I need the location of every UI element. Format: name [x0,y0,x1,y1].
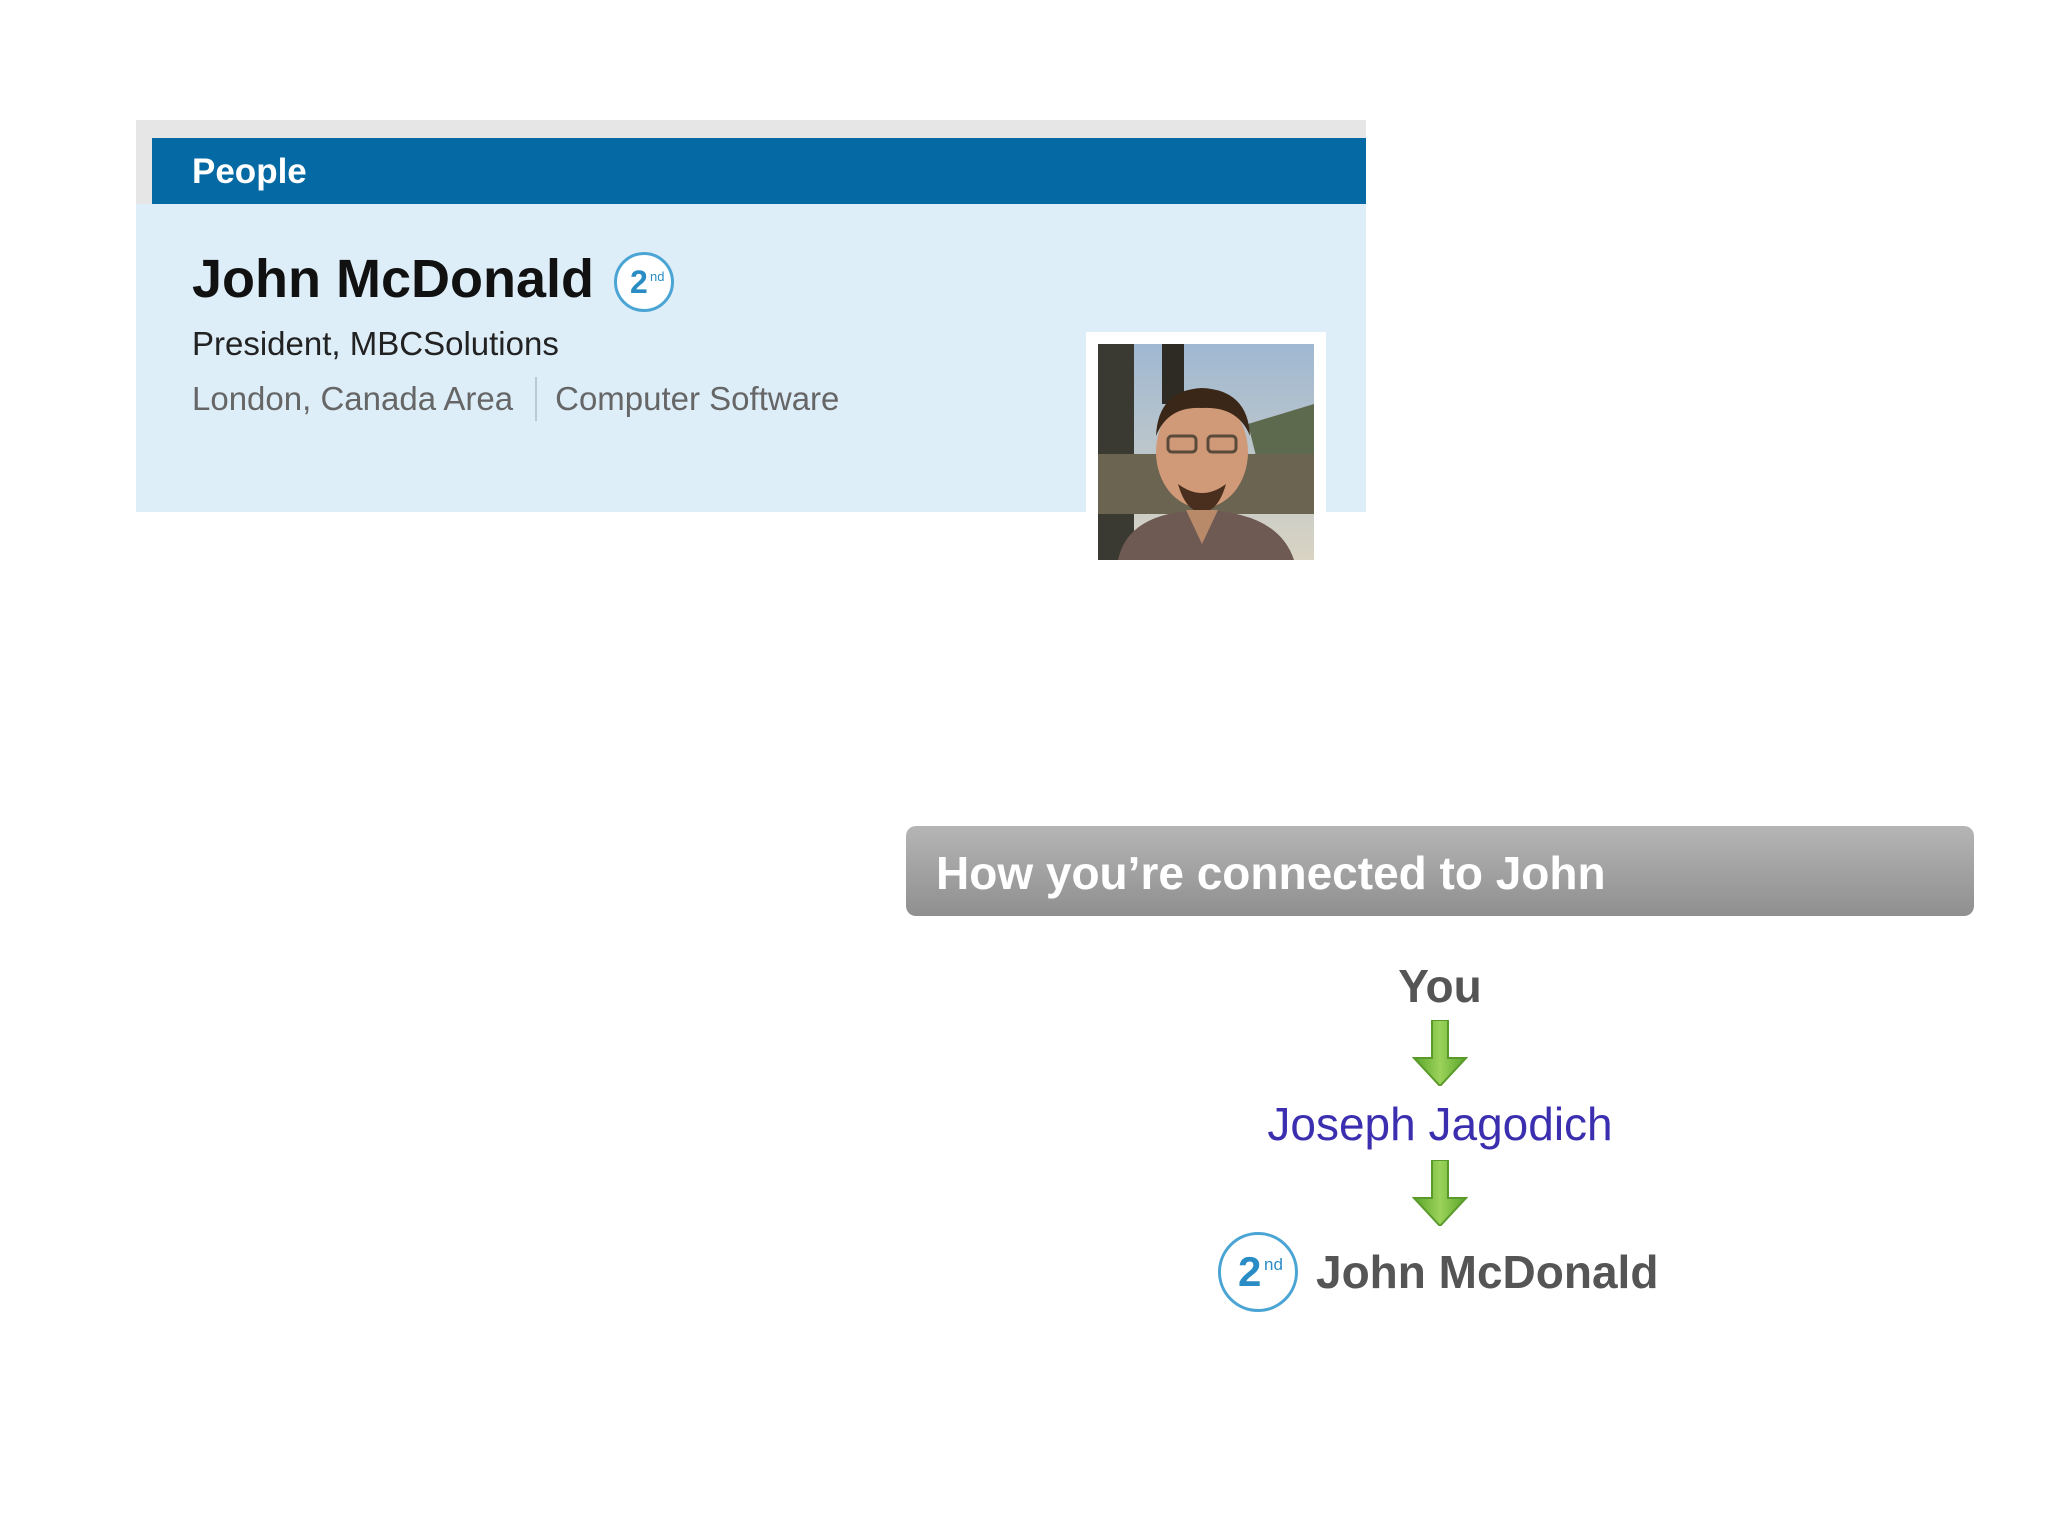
arrow-down-icon [1412,1020,1468,1086]
person-location: London, Canada Area [192,380,514,417]
path-you-label: You [1398,960,1482,1012]
person-photo-icon [1098,344,1314,560]
people-header-title: People [192,152,307,191]
degree-number: 2 [630,264,648,300]
connection-header: How you’re connected to John [906,826,1974,916]
person-headline: President, MBCSolutions [192,325,559,362]
person-industry: Computer Software [555,380,840,417]
person-result[interactable]: John McDonald 2 nd President, MBCSolutio… [136,204,1366,572]
degree-suffix: nd [650,269,665,284]
people-section-header: People [152,138,1366,204]
person-meta: London, Canada Area Computer Software [192,376,839,422]
degree-badge-icon: 2 nd [1218,1232,1298,1312]
connection-header-title: How you’re connected to John [936,847,1606,899]
person-name-link[interactable]: John McDonald [192,247,594,311]
degree-badge-icon: 2 nd [614,252,674,312]
avatar[interactable] [1086,332,1326,572]
arrow-down-icon [1412,1160,1468,1226]
path-target: 2 nd John McDonald [1218,1232,1658,1312]
people-card: People John McDonald 2 nd President, MBC… [136,120,1366,572]
degree-number: 2 [1238,1248,1262,1295]
person-name-row: John McDonald 2 nd [192,244,674,314]
meta-divider [535,377,538,421]
path-intermediate-link[interactable]: Joseph Jagodich [906,1096,1974,1152]
degree-suffix: nd [1264,1255,1283,1274]
path-target-name: John McDonald [1316,1246,1659,1298]
